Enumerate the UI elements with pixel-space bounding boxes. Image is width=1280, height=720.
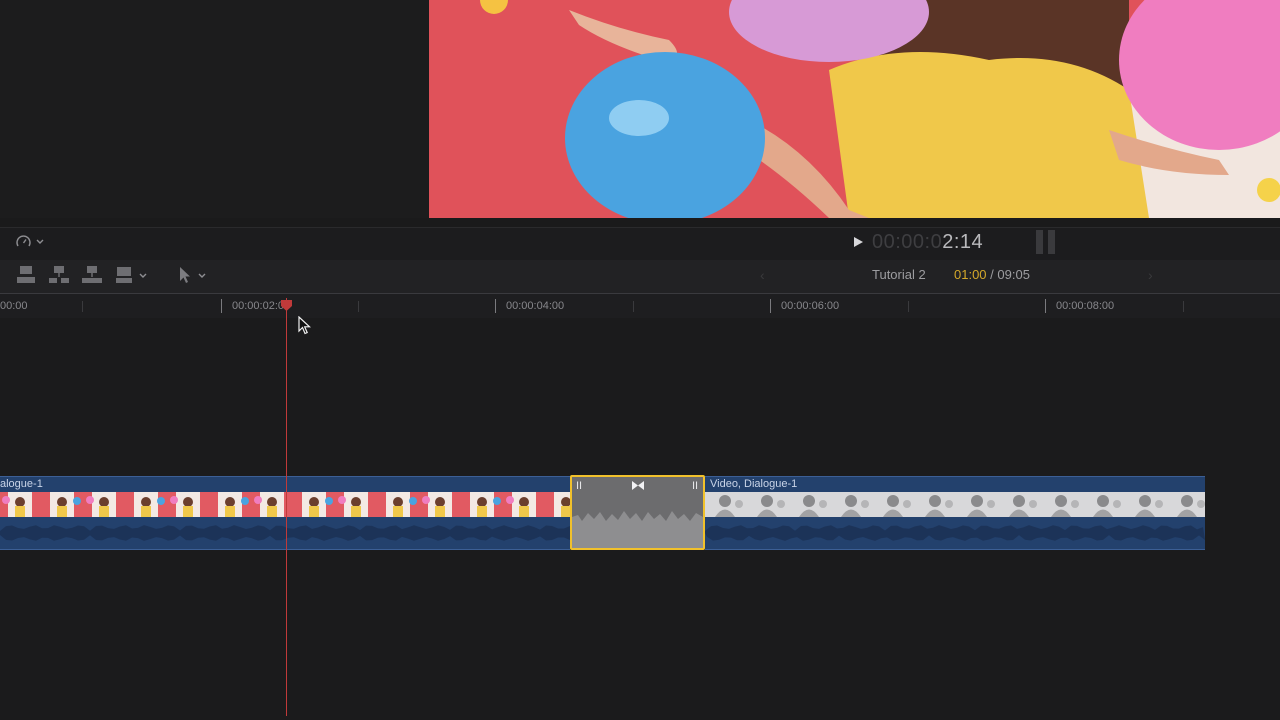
ruler-label: 00:00:04:00	[506, 300, 565, 312]
audio-meter-icon[interactable]	[1034, 230, 1058, 254]
select-arrow-icon	[180, 267, 206, 283]
project-name: Tutorial 2	[872, 267, 926, 282]
clip-name: alogue-1	[0, 478, 43, 490]
play-icon	[854, 237, 863, 247]
ruler-label: 00:00	[0, 300, 28, 312]
clip-name: Video, Dialogue-1	[710, 478, 798, 490]
cross-dissolve-transition[interactable]: II II	[570, 475, 705, 550]
ruler-tick	[1183, 301, 1184, 312]
timeline-history-back[interactable]: ‹	[760, 266, 765, 284]
clip-audio-waveform	[705, 525, 1205, 541]
ruler-tick	[358, 301, 359, 312]
viewer-video-frame	[429, 0, 1280, 218]
clip-dialogue-1[interactable]: alogue-1	[0, 476, 570, 550]
current-position: 01:00	[954, 267, 987, 282]
viewer-controls-bar	[0, 227, 1280, 260]
viewer-timecode: 00:00:02:14	[872, 229, 983, 255]
playhead-marker[interactable]	[281, 298, 292, 311]
ruler-tick	[221, 299, 222, 313]
project-duration: 01:00 / 09:05	[954, 266, 1030, 284]
ruler-label: 00:00:08:00	[1056, 300, 1115, 312]
timecode-dim: 00:00:0	[872, 231, 943, 253]
svg-text:II: II	[576, 480, 582, 492]
ruler-tick	[633, 301, 634, 312]
connect-clip-button[interactable]	[14, 264, 38, 286]
speedometer-icon[interactable]	[15, 234, 47, 250]
ruler-tick	[82, 301, 83, 312]
ruler-tick	[908, 301, 909, 312]
overwrite-clip-icon	[116, 267, 147, 283]
insert-clip-button[interactable]	[47, 264, 71, 286]
viewer-bottom-edge	[0, 218, 1280, 227]
video-frame-image	[429, 0, 1280, 218]
chevron-down-icon	[139, 273, 147, 278]
clip-video-dialogue-1[interactable]: Video, Dialogue-1	[705, 476, 1205, 550]
mouse-cursor-icon	[298, 315, 312, 336]
svg-text:II: II	[692, 480, 698, 492]
timecode-lit: 2:14	[942, 231, 984, 253]
ruler-label: 00:00:06:00	[781, 300, 840, 312]
play-button[interactable]	[850, 234, 866, 250]
viewer-empty-area	[0, 0, 428, 224]
ruler-tick	[770, 299, 771, 313]
playhead[interactable]	[286, 298, 287, 716]
transition-graphic: II II	[572, 477, 703, 548]
append-clip-icon	[82, 266, 102, 283]
clip-filmstrip	[705, 492, 1205, 517]
select-tool-button[interactable]	[176, 264, 210, 286]
ruler-tick	[1045, 299, 1046, 313]
connect-clip-icon	[17, 266, 35, 283]
append-clip-button[interactable]	[80, 264, 104, 286]
ruler-tick	[495, 299, 496, 313]
overwrite-clip-button[interactable]	[114, 264, 150, 286]
clip-filmstrip	[0, 492, 570, 517]
total-duration: 09:05	[997, 267, 1030, 282]
insert-clip-icon	[49, 266, 69, 283]
duration-separator: /	[986, 267, 998, 282]
clip-audio-waveform	[0, 525, 570, 541]
timeline-history-forward[interactable]: ›	[1148, 266, 1153, 284]
